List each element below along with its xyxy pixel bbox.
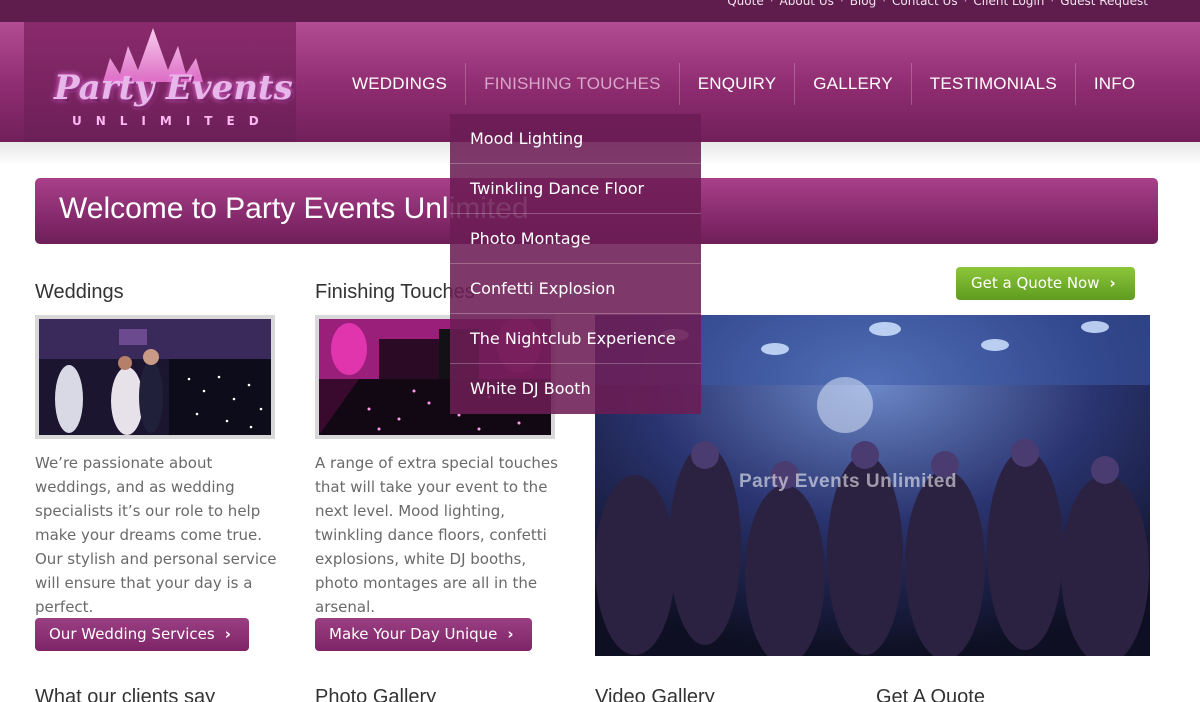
top-link-about[interactable]: About Us	[780, 0, 834, 8]
weddings-text: We’re passionate about weddings, and as …	[35, 454, 277, 616]
separator: ·	[882, 0, 887, 8]
section-title-clients: What our clients say	[35, 686, 216, 702]
section-title-get-quote: Get A Quote	[876, 686, 985, 702]
menu-item-white-dj-booth[interactable]: White DJ Booth	[450, 364, 701, 414]
menu-item-nightclub-experience[interactable]: The Nightclub Experience	[450, 314, 701, 364]
menu-item-twinkling-dance-floor[interactable]: Twinkling Dance Floor	[450, 164, 701, 214]
separator: ·	[839, 0, 844, 8]
top-bar: Quote · About Us · Blog · Contact Us · Clien…	[0, 0, 1200, 22]
hero-watermark: Party Events Unlimited	[739, 471, 957, 492]
top-link-contact[interactable]: Contact Us	[892, 0, 958, 8]
section-title-video-gallery: Video Gallery	[595, 686, 715, 702]
nav-weddings[interactable]: WEDDINGS	[334, 63, 467, 105]
chevron-right-icon: ›	[507, 625, 514, 643]
separator: ·	[769, 0, 774, 8]
main-nav: WEDDINGS FINISHING TOUCHES ENQUIRY GALLE…	[334, 62, 1153, 106]
menu-item-photo-montage[interactable]: Photo Montage	[450, 214, 701, 264]
nav-gallery[interactable]: GALLERY	[795, 63, 912, 105]
top-link-blog[interactable]: Blog	[850, 0, 877, 8]
chevron-right-icon: ›	[1109, 274, 1116, 292]
nav-testimonials[interactable]: TESTIMONIALS	[912, 63, 1076, 105]
make-day-unique-button[interactable]: Make Your Day Unique ›	[315, 618, 532, 651]
separator: ·	[963, 0, 968, 8]
get-quote-button[interactable]: Get a Quote Now ›	[956, 267, 1135, 300]
weddings-image[interactable]	[35, 315, 275, 439]
logo[interactable]: Party Events UNLIMITED	[24, 22, 296, 142]
section-title-photo-gallery: Photo Gallery	[315, 686, 437, 702]
separator: ·	[1050, 0, 1055, 8]
weddings-title: Weddings	[35, 281, 124, 303]
nav-info[interactable]: INFO	[1076, 63, 1153, 105]
chevron-right-icon: ›	[224, 625, 231, 643]
top-link-guest-request[interactable]: Guest Request	[1060, 0, 1148, 8]
make-day-unique-label: Make Your Day Unique	[329, 625, 498, 643]
finishing-touches-dropdown: Mood Lighting Twinkling Dance Floor Phot…	[450, 114, 701, 414]
logo-sub-text: UNLIMITED	[72, 114, 273, 128]
top-link-quote[interactable]: Quote	[727, 0, 763, 8]
logo-main-text: Party Events	[54, 68, 293, 108]
top-links: Quote · About Us · Blog · Contact Us · Clien…	[727, 0, 1148, 8]
wedding-services-button[interactable]: Our Wedding Services ›	[35, 618, 249, 651]
weddings-photo	[39, 319, 271, 435]
nav-enquiry[interactable]: ENQUIRY	[680, 63, 796, 105]
finishing-text: A range of extra special touches that wi…	[315, 454, 558, 616]
nav-finishing-touches[interactable]: FINISHING TOUCHES	[466, 63, 680, 105]
wedding-services-label: Our Wedding Services	[49, 625, 215, 643]
top-link-client-login[interactable]: Client Login	[973, 0, 1044, 8]
get-quote-label: Get a Quote Now	[971, 274, 1100, 292]
menu-item-confetti-explosion[interactable]: Confetti Explosion	[450, 264, 701, 314]
menu-item-mood-lighting[interactable]: Mood Lighting	[450, 114, 701, 164]
